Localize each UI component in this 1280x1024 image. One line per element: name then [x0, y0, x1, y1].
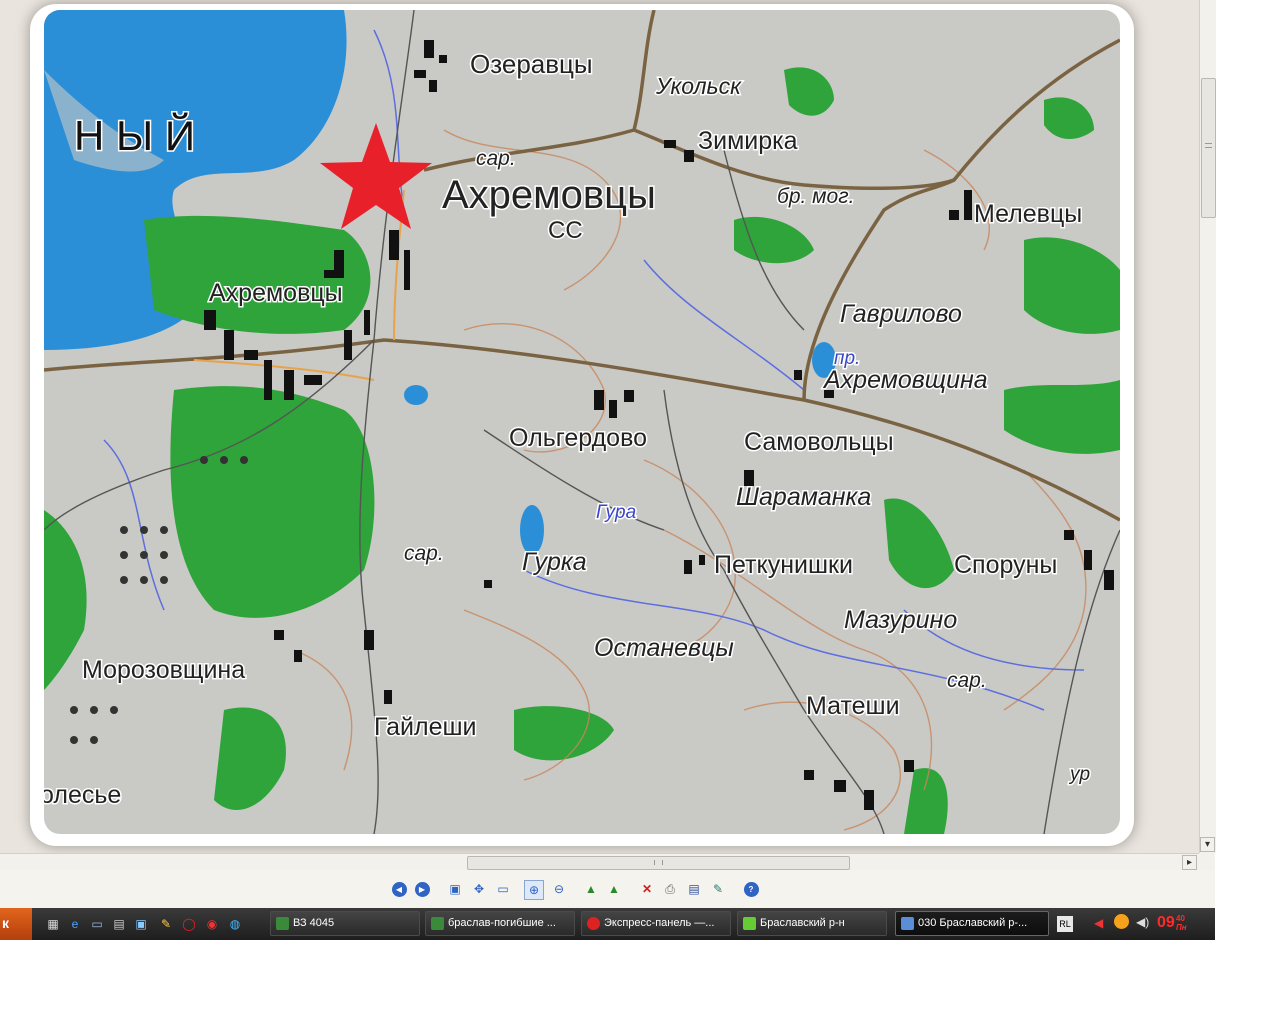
internet-explorer-icon[interactable]: e	[67, 916, 83, 932]
small-label: сар.	[476, 147, 516, 170]
place-label: Споруны	[954, 551, 1057, 579]
alert-icon[interactable]: ◀	[1094, 916, 1103, 930]
floppy-icon[interactable]: ▤	[111, 916, 127, 932]
place-label: Гаврилово	[840, 300, 962, 328]
task-button[interactable]: Браславский р-н	[737, 911, 887, 936]
opera-icon	[587, 917, 600, 930]
task-button-active[interactable]: 030 Браславский р-...	[895, 911, 1049, 936]
place-label: Ольгердово	[509, 424, 647, 452]
start-button[interactable]: к	[0, 908, 32, 940]
task-button[interactable]: Экспресс-панель —...	[581, 911, 731, 936]
task-label: Экспресс-панель —...	[604, 917, 715, 929]
scroll-corner	[1199, 853, 1215, 870]
save-icon[interactable]: ▤	[685, 880, 703, 898]
desktop-icon[interactable]: ▭	[89, 916, 105, 932]
task-label: Браславский р-н	[760, 917, 845, 929]
place-label: Мелевцы	[974, 200, 1082, 228]
main-place-sub-label: СС	[548, 217, 583, 244]
image-viewer-icon	[901, 917, 914, 930]
small-label: бр. мог.	[777, 185, 854, 208]
scroll-down-button[interactable]: ▾	[1200, 837, 1215, 852]
place-label: Останевцы	[594, 634, 734, 662]
clock-day: Пн	[1176, 923, 1187, 932]
small-label: пр.	[834, 348, 860, 369]
zoom-out-icon[interactable]: ⊖	[550, 880, 568, 898]
task-button[interactable]: ВЗ 4045	[270, 911, 420, 936]
clock-hours: 09	[1157, 914, 1175, 931]
place-label: Ахремовщина	[822, 366, 988, 394]
language-indicator[interactable]: RL	[1057, 916, 1073, 932]
place-label: Мазурино	[844, 606, 957, 634]
volume-icon[interactable]: ◀)	[1136, 915, 1149, 929]
place-label: Морозовщина	[82, 656, 245, 684]
vertical-scrollbar[interactable]: ▾	[1199, 0, 1216, 853]
main-place-label: Ахремовцы	[442, 173, 656, 217]
place-label: Гайлеши	[374, 713, 477, 741]
place-label: Укольск	[655, 73, 742, 99]
opera-icon[interactable]: ◯	[181, 916, 197, 932]
small-label: сар.	[947, 669, 987, 692]
fit-window-icon[interactable]: ▣	[446, 880, 464, 898]
small-label: Гура	[596, 502, 636, 523]
small-label: сар.	[404, 542, 444, 565]
image-viewer: Н Ы Й Ахремовцы СС Озеравцы Укольск Зими…	[0, 0, 1199, 853]
tray-app-icon[interactable]	[1114, 914, 1129, 929]
excel-icon	[276, 917, 289, 930]
place-label: олесье	[44, 781, 121, 809]
task-label: ВЗ 4045	[293, 917, 335, 929]
show-desktop-icon[interactable]: ▦	[45, 916, 61, 932]
viewer-toolbar: ◀ ▶ ▣ ✥ ▭ ⊕ ⊖ ▲ ▲ ✕ ⎙ ▤ ✎ ?	[0, 870, 1215, 908]
taskbar: к ▦ e ▭ ▤ ▣ ✎ ◯ ◉ ◍ ВЗ 4045 браслав-поги…	[0, 908, 1215, 940]
help-icon[interactable]: ?	[742, 880, 760, 898]
next-icon[interactable]: ▶	[413, 880, 431, 898]
document-icon	[743, 917, 756, 930]
chrome-icon[interactable]: ◉	[204, 916, 220, 932]
place-label: Гурка	[522, 548, 587, 576]
horizontal-scroll-thumb[interactable]	[467, 856, 850, 870]
map-image: Н Ы Й Ахремовцы СС Озеравцы Укольск Зими…	[44, 10, 1120, 834]
zoom-in-icon[interactable]: ⊕	[524, 880, 544, 900]
app-icon[interactable]: ▣	[133, 916, 149, 932]
actual-size-icon[interactable]: ✥	[470, 880, 488, 898]
horizontal-scrollbar[interactable]: ▸	[0, 853, 1199, 871]
task-button[interactable]: браслав-погибшие ...	[425, 911, 575, 936]
vertical-scroll-thumb[interactable]	[1201, 78, 1216, 218]
task-label: 030 Браславский р-...	[918, 917, 1028, 929]
excel-icon	[431, 917, 444, 930]
previous-icon[interactable]: ◀	[390, 880, 408, 898]
rotate-right-icon[interactable]: ▲	[605, 880, 623, 898]
print-icon[interactable]: ⎙	[661, 880, 679, 898]
edit-icon[interactable]: ✎	[709, 880, 727, 898]
slideshow-icon[interactable]: ▭	[494, 880, 512, 898]
tool-icon[interactable]: ✎	[158, 916, 174, 932]
place-label: Самовольцы	[744, 428, 894, 456]
place-label: Матеши	[806, 692, 900, 720]
delete-icon[interactable]: ✕	[638, 880, 656, 898]
place-label: Петкунишки	[714, 551, 853, 579]
task-label: браслав-погибшие ...	[448, 917, 556, 929]
lake-label: Н Ы Й	[74, 111, 195, 159]
small-label: ур	[1068, 764, 1090, 785]
scroll-right-button[interactable]: ▸	[1182, 855, 1197, 870]
place-label: Шараманка	[736, 483, 871, 511]
rotate-left-icon[interactable]: ▲	[582, 880, 600, 898]
place-label: Озеравцы	[470, 49, 593, 79]
system-tray: ◀ ◀)	[1082, 908, 1215, 940]
place-label: Зимирка	[698, 127, 798, 155]
clock[interactable]: 09 40 Пн	[1157, 914, 1187, 932]
place-label: Ахремовцы	[209, 279, 343, 307]
clock-minutes: 40	[1176, 914, 1185, 923]
browser-icon[interactable]: ◍	[227, 916, 243, 932]
